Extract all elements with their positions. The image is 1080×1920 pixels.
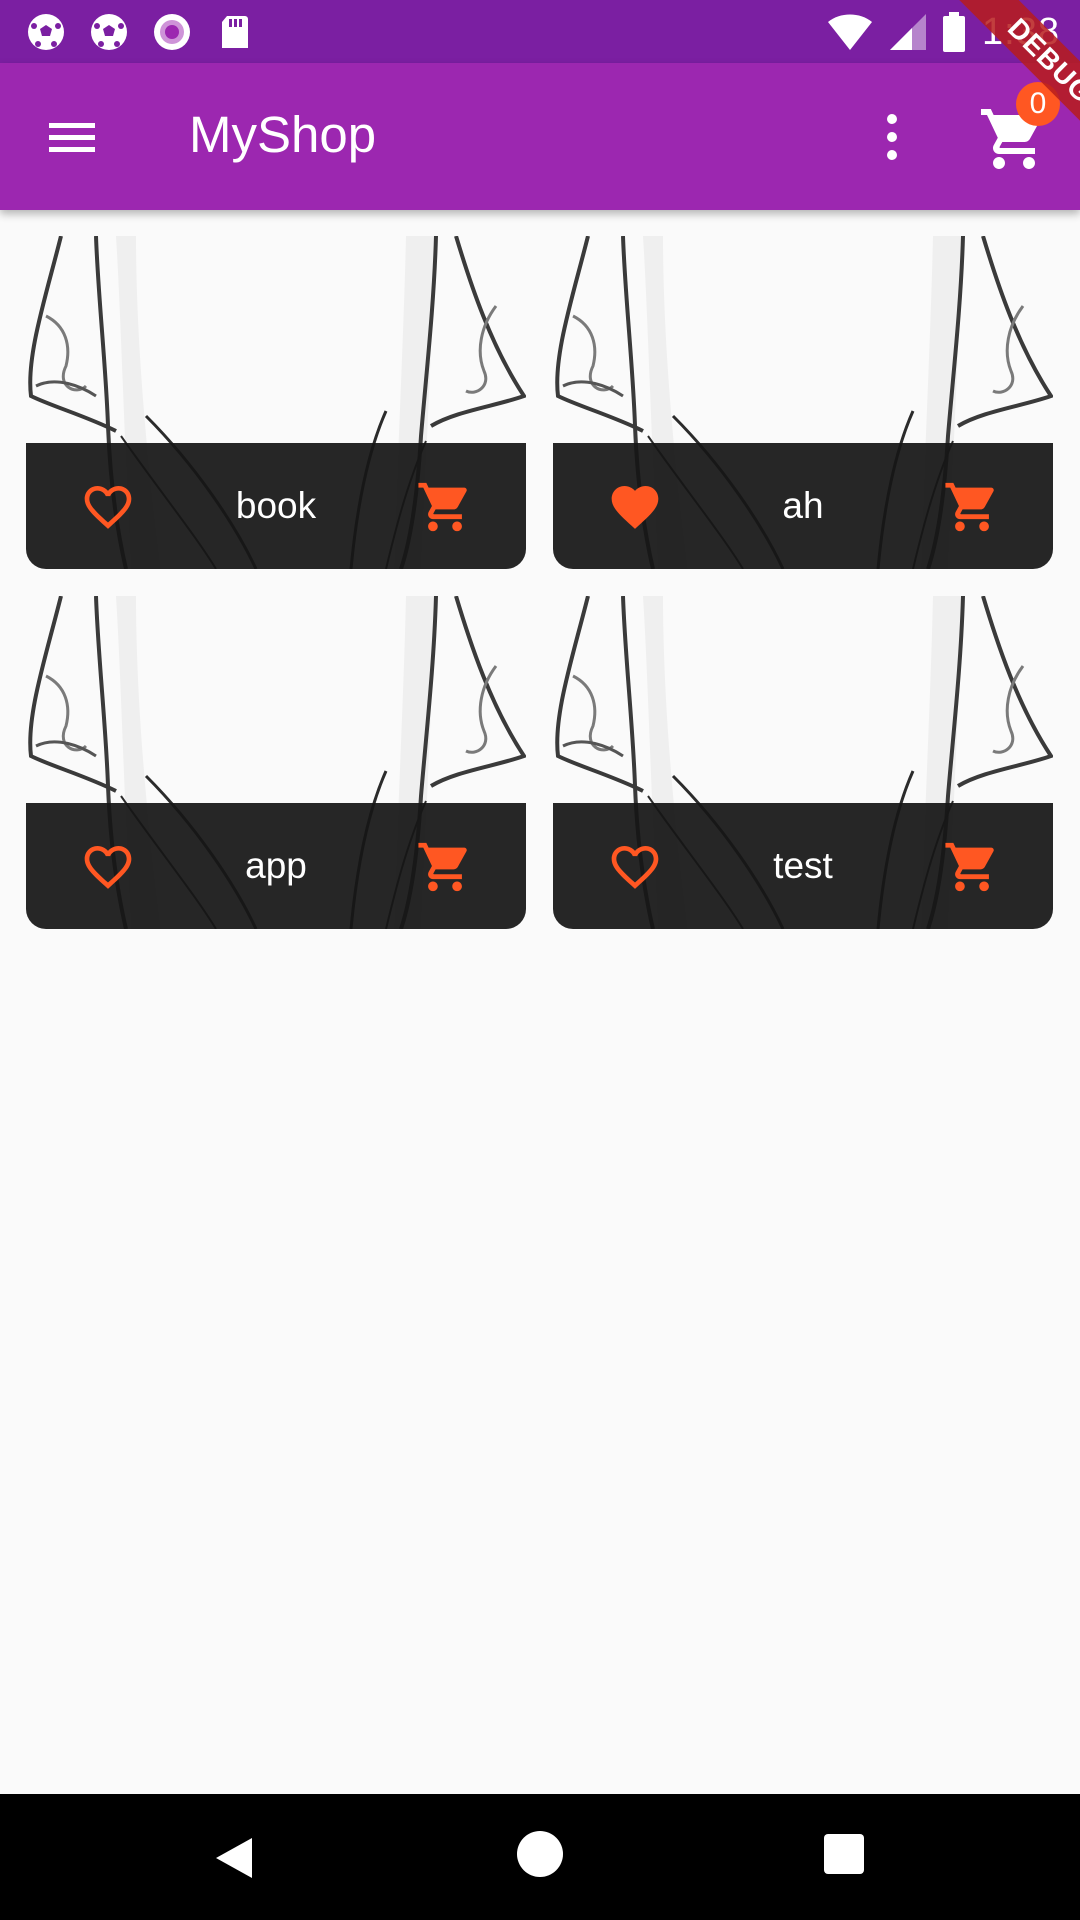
product-tile[interactable]: test — [553, 596, 1053, 929]
menu-icon[interactable] — [40, 107, 104, 167]
add-to-cart-icon[interactable] — [943, 838, 1001, 896]
home-icon[interactable] — [517, 1831, 563, 1877]
add-to-cart-icon[interactable] — [416, 478, 474, 536]
circle-dot-icon — [154, 14, 190, 50]
page-title: MyShop — [189, 106, 377, 163]
add-to-cart-icon[interactable] — [943, 478, 1001, 536]
product-footer: ah — [553, 443, 1053, 569]
notification-icons — [26, 12, 278, 52]
product-tile[interactable]: ah — [553, 236, 1053, 569]
product-title: ah — [782, 485, 824, 526]
signal-icon — [890, 14, 927, 50]
sd-card-icon — [222, 16, 248, 48]
favorite-border-icon[interactable] — [80, 479, 136, 535]
product-tile[interactable]: book — [26, 236, 526, 569]
product-title: app — [245, 845, 307, 886]
status-bar: 1:38 — [0, 0, 1080, 63]
wifi-icon — [828, 14, 873, 50]
favorite-border-icon[interactable] — [607, 839, 663, 895]
product-footer: book — [26, 443, 526, 569]
system-nav-bar — [0, 1794, 1080, 1920]
soccer-ball-icon — [28, 14, 64, 50]
add-to-cart-icon[interactable] — [416, 838, 474, 896]
product-footer: app — [26, 803, 526, 929]
app-bar: MyShop — [0, 63, 1080, 210]
favorite-icon[interactable] — [607, 479, 663, 535]
recents-icon[interactable] — [824, 1834, 864, 1874]
product-title: book — [235, 485, 317, 526]
soccer-ball-icon — [91, 14, 127, 50]
product-title: test — [773, 845, 833, 886]
favorite-border-icon[interactable] — [80, 839, 136, 895]
product-footer: test — [553, 803, 1053, 929]
product-tile[interactable]: app — [26, 596, 526, 929]
back-icon[interactable] — [210, 1834, 258, 1882]
battery-icon — [943, 12, 966, 52]
more-vert-icon[interactable] — [868, 107, 916, 167]
